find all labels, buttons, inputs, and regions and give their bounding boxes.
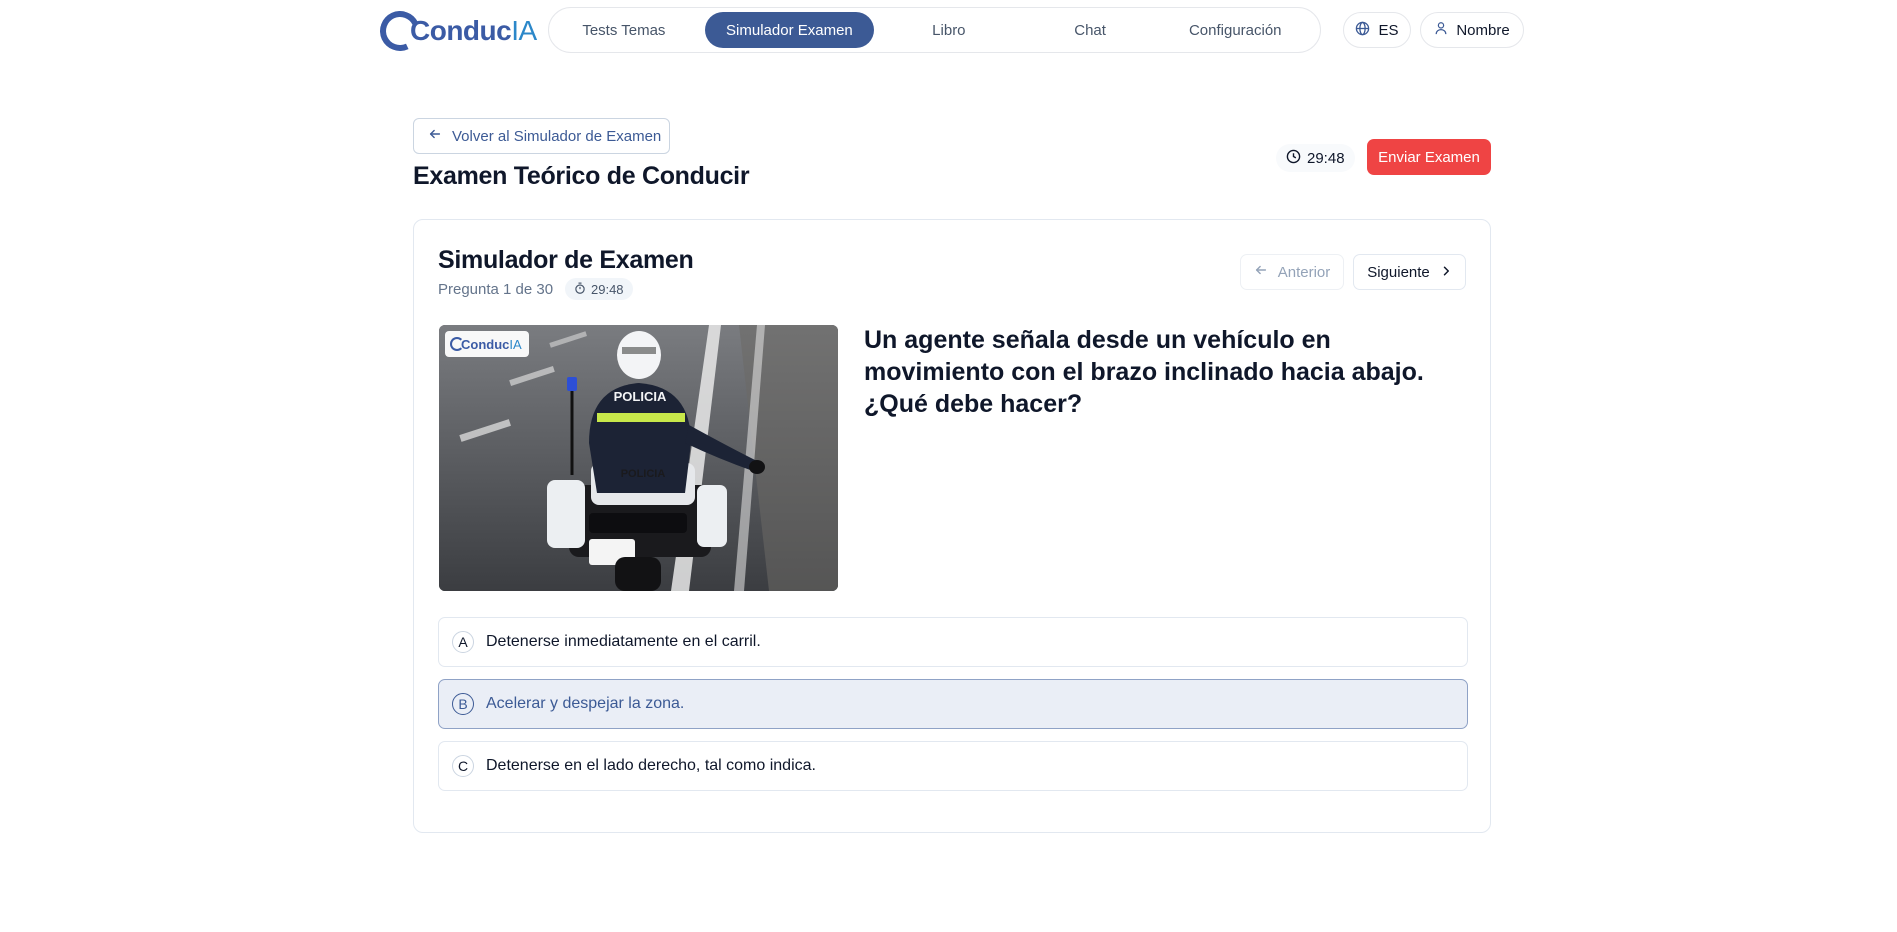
- exam-timer-value: 29:48: [1307, 149, 1345, 167]
- logo-text-main: Conduc: [410, 15, 512, 46]
- back-to-simulator-button[interactable]: Volver al Simulador de Examen: [413, 118, 670, 154]
- page-title: Examen Teórico de Conducir: [413, 162, 750, 190]
- photo-watermark-logo: Conduc IA: [445, 331, 529, 357]
- exam-card: Simulador de Examen Pregunta 1 de 30 29:…: [413, 219, 1491, 833]
- chevron-right-icon: [1440, 264, 1452, 281]
- language-button[interactable]: ES: [1343, 12, 1411, 48]
- watermark-text-main: Conduc: [461, 336, 510, 352]
- nav-simulador-examen[interactable]: Simulador Examen: [704, 12, 875, 48]
- submit-exam-button[interactable]: Enviar Examen: [1367, 139, 1491, 175]
- question-image: POLICIA POLICIA Conduc IA: [439, 325, 838, 591]
- user-name: Nombre: [1456, 21, 1510, 39]
- previous-label: Anterior: [1277, 263, 1331, 281]
- user-icon: [1434, 21, 1448, 39]
- answer-option-a[interactable]: A Detenerse inmediatamente en el carril.: [438, 617, 1468, 667]
- user-menu-button[interactable]: Nombre: [1420, 12, 1524, 48]
- photo-jacket-text: POLICIA: [613, 389, 667, 404]
- nav-chat[interactable]: Chat: [1024, 12, 1157, 48]
- arrow-left-icon: [1254, 263, 1268, 281]
- nav-libro[interactable]: Libro: [874, 12, 1024, 48]
- app-logo[interactable]: ConducIA: [374, 5, 537, 57]
- question-timer: 29:48: [565, 278, 633, 300]
- question-text: Un agente señala desde un vehículo en mo…: [864, 326, 1424, 418]
- question-progress: Pregunta 1 de 30: [438, 281, 554, 298]
- option-text: Acelerar y despejar la zona.: [486, 695, 685, 712]
- next-label: Siguiente: [1367, 263, 1430, 281]
- clock-icon: [1286, 149, 1301, 168]
- option-text: Detenerse en el lado derecho, tal como i…: [486, 757, 816, 774]
- language-label: ES: [1378, 21, 1399, 39]
- option-letter: C: [452, 755, 474, 777]
- answer-option-b[interactable]: B Acelerar y despejar la zona.: [438, 679, 1468, 729]
- next-question-button[interactable]: Siguiente: [1353, 254, 1466, 290]
- answer-option-c[interactable]: C Detenerse en el lado derecho, tal como…: [438, 741, 1468, 791]
- card-title: Simulador de Examen: [438, 246, 694, 274]
- logo-c-mark: [374, 5, 426, 57]
- option-text: Detenerse inmediatamente en el carril.: [486, 633, 761, 650]
- nav-tests-temas[interactable]: Tests Temas: [555, 12, 693, 48]
- police-motorcycle-illustration: [439, 325, 838, 591]
- main-nav: Tests Temas Simulador Examen Libro Chat …: [548, 7, 1321, 53]
- option-letter: A: [452, 631, 474, 653]
- previous-question-button[interactable]: Anterior: [1240, 254, 1344, 290]
- option-letter: B: [452, 693, 474, 715]
- back-button-label: Volver al Simulador de Examen: [452, 127, 662, 145]
- logo-text-accent: IA: [511, 15, 537, 46]
- question-timer-value: 29:48: [591, 281, 624, 297]
- logo-text: ConducIA: [410, 15, 537, 47]
- photo-bike-text: POLICIA: [620, 468, 666, 480]
- globe-icon: [1355, 21, 1370, 40]
- stopwatch-icon: [574, 282, 586, 297]
- arrow-left-icon: [428, 127, 442, 145]
- nav-configuracion[interactable]: Configuración: [1157, 12, 1314, 48]
- watermark-text-accent: IA: [509, 336, 522, 352]
- exam-timer: 29:48: [1276, 144, 1355, 172]
